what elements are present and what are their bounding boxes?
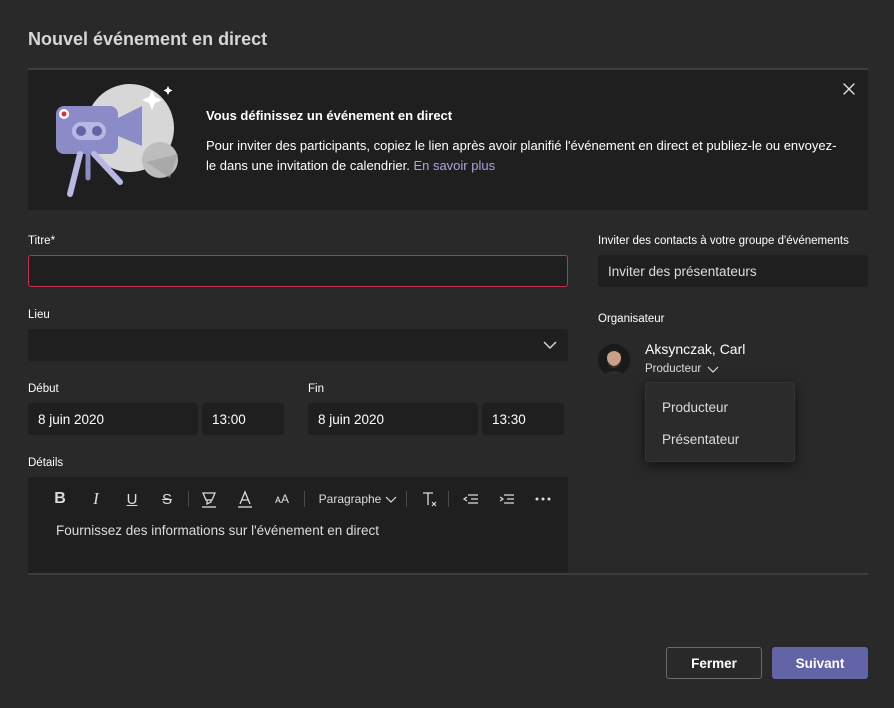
start-date-field[interactable]: 8 juin 2020 (28, 403, 198, 435)
banner-text: Pour inviter des participants, copiez le… (206, 136, 846, 176)
increase-indent-icon[interactable] (498, 489, 516, 509)
organizer-label: Organisateur (598, 313, 665, 325)
end-time-value: 13:30 (492, 412, 526, 427)
menu-item-producer[interactable]: Producteur (662, 400, 728, 415)
font-color-icon[interactable] (236, 489, 254, 509)
next-button[interactable]: Suivant (772, 647, 868, 679)
end-time-field[interactable]: 13:30 (482, 403, 564, 435)
role-dropdown[interactable]: Producteur (645, 363, 719, 375)
title-label: Titre* (28, 235, 56, 247)
more-options-icon[interactable] (534, 489, 552, 509)
invite-presenters-input[interactable]: Inviter des présentateurs (598, 255, 868, 287)
chevron-down-icon (707, 366, 719, 373)
menu-item-presenter[interactable]: Présentateur (662, 432, 739, 447)
decrease-indent-icon[interactable] (462, 489, 480, 509)
divider (28, 573, 868, 575)
font-size-icon[interactable]: ᴀA (272, 489, 292, 509)
paragraph-dropdown[interactable]: Paragraphe (318, 489, 398, 509)
paragraph-label: Paragraphe (318, 492, 382, 506)
chevron-down-icon (543, 341, 557, 349)
end-date-value: 8 juin 2020 (318, 412, 385, 427)
role-value: Producteur (645, 363, 702, 375)
start-time-value: 13:00 (212, 412, 246, 427)
title-input[interactable] (28, 255, 568, 287)
banner-description: Pour inviter des participants, copiez le… (206, 138, 837, 173)
banner-title: Vous définissez un événement en direct (206, 108, 453, 123)
chevron-down-icon (385, 496, 397, 503)
start-date-value: 8 juin 2020 (38, 412, 105, 427)
end-label: Fin (308, 383, 324, 395)
close-icon[interactable] (840, 80, 858, 98)
bold-icon[interactable]: B (52, 489, 68, 509)
organizer-name: Aksynczak, Carl (645, 341, 746, 357)
clear-formatting-icon[interactable] (420, 489, 438, 509)
details-placeholder: Fournissez des informations sur l'événem… (56, 523, 379, 538)
details-editor[interactable]: B I U S ᴀA Paragraphe Fournissez des inf… (28, 477, 568, 574)
dialog-title: Nouvel événement en direct (28, 29, 268, 49)
start-label: Début (28, 383, 59, 395)
highlight-icon[interactable] (200, 489, 218, 509)
location-dropdown[interactable] (28, 329, 568, 361)
camera-illustration-icon (56, 84, 178, 197)
location-label: Lieu (28, 309, 50, 321)
italic-icon[interactable]: I (88, 489, 104, 509)
toolbar-divider (448, 491, 449, 507)
toolbar-divider (188, 491, 189, 507)
underline-icon[interactable]: U (124, 489, 140, 509)
avatar (598, 344, 630, 376)
toolbar-divider (406, 491, 407, 507)
end-date-field[interactable]: 8 juin 2020 (308, 403, 478, 435)
role-menu: Producteur Présentateur (645, 382, 795, 462)
close-button[interactable]: Fermer (666, 647, 762, 679)
info-banner: Vous définissez un événement en direct P… (28, 70, 868, 210)
toolbar-divider (304, 491, 305, 507)
details-label: Détails (28, 457, 64, 469)
invite-placeholder: Inviter des présentateurs (608, 264, 757, 279)
strikethrough-icon[interactable]: S (159, 489, 175, 509)
learn-more-link[interactable]: En savoir plus (413, 158, 495, 173)
invite-label: Inviter des contacts à votre groupe d'év… (598, 235, 849, 247)
start-time-field[interactable]: 13:00 (202, 403, 284, 435)
